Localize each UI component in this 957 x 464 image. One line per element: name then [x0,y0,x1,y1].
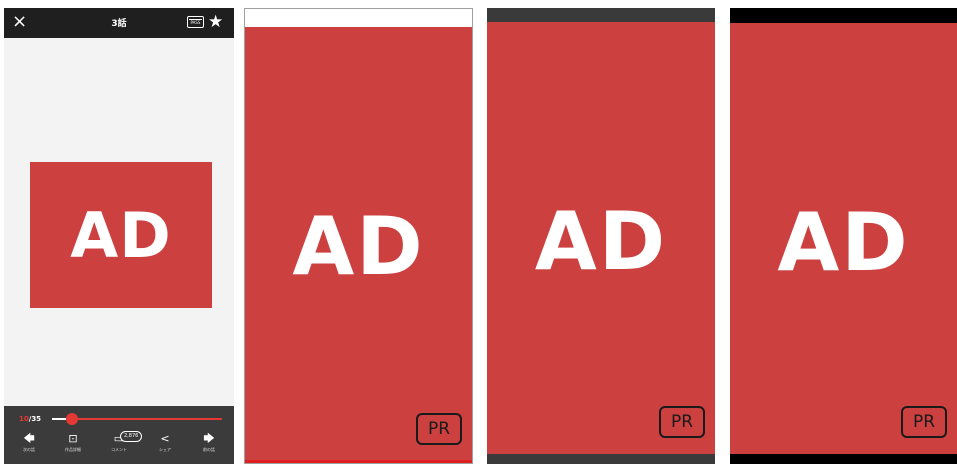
comments-button[interactable]: ▭ 2,876 コメント [96,431,143,462]
ad-label: AD [534,195,668,288]
comment-count-badge: 2,876 [120,431,143,442]
pr-badge: PR [416,413,462,445]
episode-title: 3話 [111,19,127,29]
share-label: シェア [159,447,171,452]
reader-top-bar: × 3話 PASS ★ [4,8,234,38]
fullscreen-ad-screen-3: AD PR [730,8,957,464]
reader-bottom-bar: 10/35 🡄 次の話 ⊡ 作品詳細 ▭ 2,876 コメント < シェア 🡆 … [4,406,234,464]
comments-label: コメント [111,447,127,452]
screenshot-stage: × 3話 PASS ★ AD 10/35 🡄 次の話 ⊡ 作品詳細 ▭ 2,87… [0,0,957,464]
inline-ad-banner[interactable]: AD [30,162,212,308]
fullscreen-ad-screen-2: AD PR [487,8,715,464]
fullscreen-ad[interactable]: AD PR [487,22,715,454]
share-button[interactable]: < シェア [142,432,188,462]
pass-label: PASS [190,20,201,25]
pr-badge: PR [901,406,947,438]
arrow-left-icon: 🡄 [23,432,35,445]
previous-episode-button[interactable]: 🡆 前の話 [186,432,232,462]
fullscreen-ad[interactable]: AD PR [730,23,957,454]
ad-label: AD [292,200,425,293]
pr-badge: PR [659,406,705,438]
current-page: 10 [19,415,29,423]
book-details-icon: ⊡ [68,432,78,445]
bottom-accent-line [245,460,472,463]
pass-icon[interactable]: PASS [187,16,204,28]
ad-label: AD [70,198,172,272]
page-counter: 10/35 [19,413,41,425]
work-details-label: 作品詳細 [65,447,81,452]
fullscreen-ad[interactable]: AD PR [245,27,472,463]
arrow-right-icon: 🡆 [203,432,215,445]
ad-label: AD [777,196,910,289]
close-icon[interactable]: × [12,12,30,32]
next-episode-button[interactable]: 🡄 次の話 [6,432,52,462]
reader-actions: 🡄 次の話 ⊡ 作品詳細 ▭ 2,876 コメント < シェア 🡆 前の話 [4,431,234,462]
reader-screen: × 3話 PASS ★ AD 10/35 🡄 次の話 ⊡ 作品詳細 ▭ 2,87… [4,8,234,464]
share-icon: < [160,432,170,445]
page-slider[interactable] [52,413,222,425]
work-details-button[interactable]: ⊡ 作品詳細 [50,432,96,462]
favorite-star-icon[interactable]: ★ [208,13,226,31]
total-pages: 35 [31,415,42,423]
fullscreen-ad-screen-1: AD PR [244,8,473,464]
previous-episode-label: 前の話 [203,447,215,452]
next-episode-label: 次の話 [23,447,35,452]
page-slider-thumb[interactable] [66,413,79,425]
